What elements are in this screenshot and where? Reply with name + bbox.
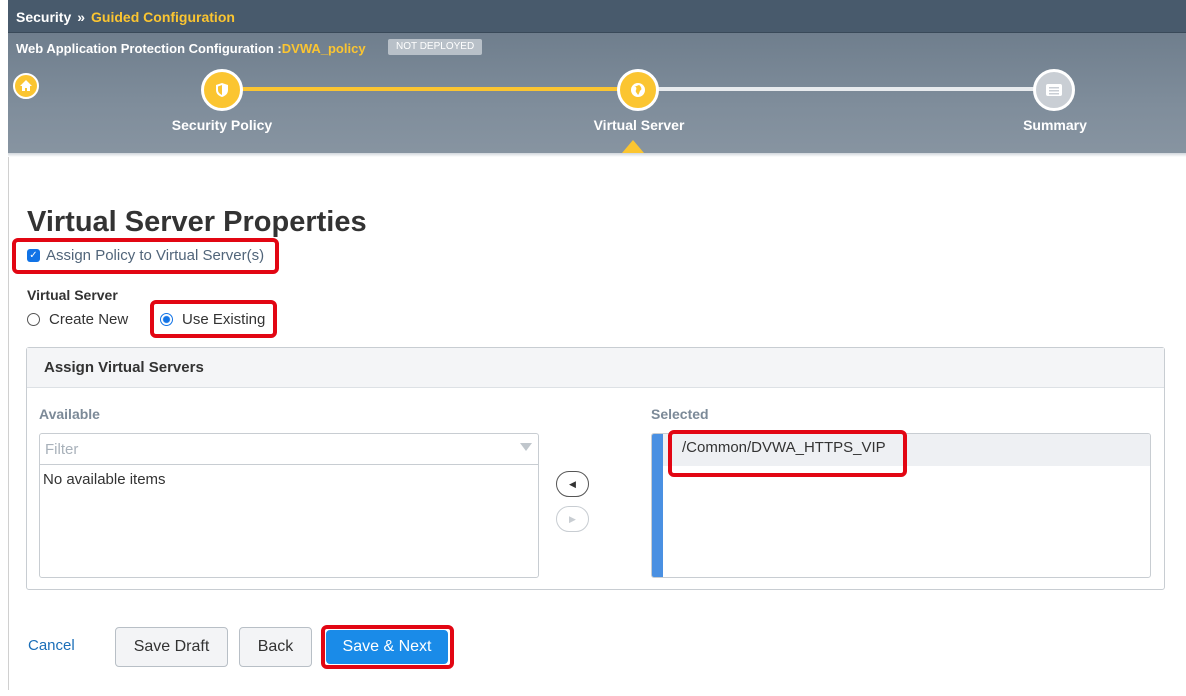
panel-title: Assign Virtual Servers [27,348,1164,388]
policy-name[interactable]: DVWA_policy [282,41,366,56]
assign-policy-checkbox[interactable]: ✓ Assign Policy to Virtual Server(s) [27,247,264,264]
home-icon[interactable] [13,73,39,99]
available-label: Available [39,406,100,422]
banner-title: Web Application Protection Configuration… [16,41,366,56]
cancel-link[interactable]: Cancel [28,637,75,654]
step-security-policy[interactable] [201,69,243,111]
radio-use-existing-label: Use Existing [182,311,266,328]
selected-list-accent [652,434,663,577]
available-list[interactable]: Filter No available items [39,433,539,578]
progress-track-complete [230,87,640,91]
page-title: Virtual Server Properties [27,206,367,238]
radio-use-existing[interactable]: Use Existing [160,311,265,328]
banner-shadow [8,153,1186,157]
save-draft-button[interactable]: Save Draft [115,627,228,667]
banner-title-prefix: Web Application Protection Configuration… [16,41,282,56]
filter-input[interactable]: Filter [40,434,538,465]
radio-create-new-label: Create New [49,311,129,328]
assign-policy-label: Assign Policy to Virtual Server(s) [46,247,265,264]
radio-unselected-icon[interactable] [27,313,40,326]
filter-icon[interactable] [520,443,532,451]
step-summary[interactable] [1033,69,1075,111]
active-step-caret [622,140,644,153]
assign-virtual-servers-panel: Assign Virtual Servers Available Filter … [26,347,1165,590]
highlight-selected-item [668,430,907,477]
step-virtual-server[interactable] [617,69,659,111]
wizard-banner: Web Application Protection Configuration… [8,33,1186,153]
breadcrumb: Security » Guided Configuration [16,9,235,25]
radio-create-new[interactable]: Create New [27,311,128,328]
progress-track-pending [640,87,1054,91]
breadcrumb-separator: » [77,9,86,25]
breadcrumb-section[interactable]: Security [16,9,71,25]
shield-icon [216,83,228,97]
list-icon [1046,84,1062,96]
save-next-button[interactable]: Save & Next [326,630,448,664]
available-empty-text: No available items [43,471,166,488]
step-label-summary: Summary [1023,117,1087,133]
globe-icon [631,83,645,97]
step-label-security-policy: Security Policy [171,117,273,133]
top-breadcrumb-bar: Security » Guided Configuration [8,0,1186,33]
filter-placeholder: Filter [45,441,79,458]
status-badge: NOT DEPLOYED [388,39,483,55]
radio-selected-icon[interactable] [160,313,173,326]
checkbox-checked-icon[interactable]: ✓ [27,249,40,262]
move-left-button[interactable]: ◀ [556,471,589,497]
selected-label: Selected [651,406,709,422]
step-label-virtual-server: Virtual Server [593,117,685,133]
breadcrumb-current: Guided Configuration [91,9,235,25]
virtual-server-label: Virtual Server [27,287,118,303]
back-button[interactable]: Back [239,627,312,667]
move-right-button[interactable]: ▶ [556,506,589,532]
